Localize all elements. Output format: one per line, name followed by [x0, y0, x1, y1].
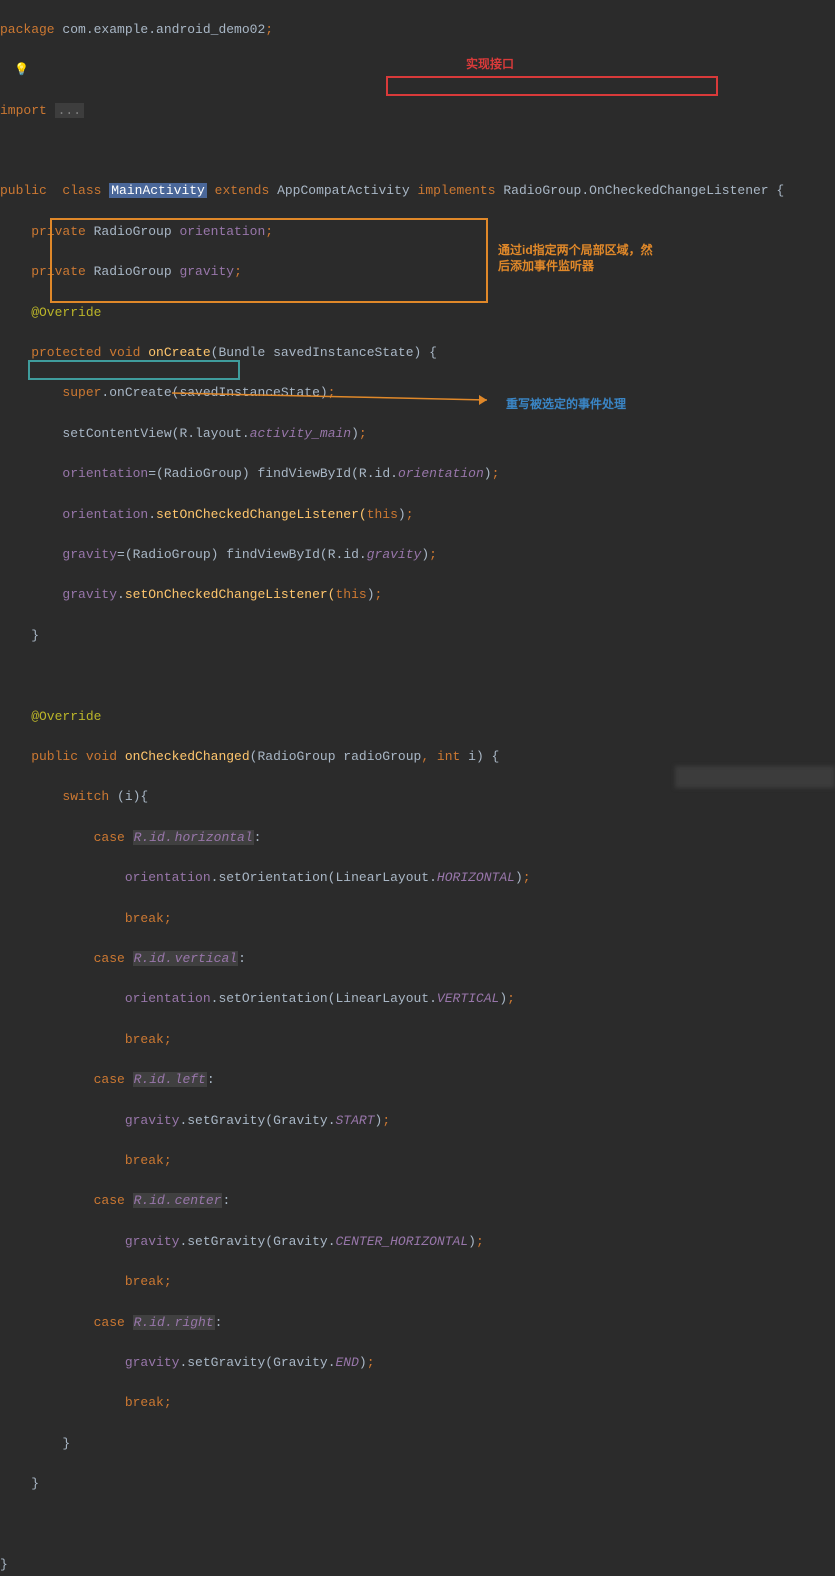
keyword-import: import — [0, 103, 55, 118]
package-name: com.example.android_demo02 — [62, 22, 265, 37]
keyword-package: package — [0, 22, 62, 37]
lightbulb-icon[interactable]: 💡 — [14, 60, 29, 80]
class-name-highlight: MainActivity — [109, 183, 207, 198]
import-fold[interactable]: ... — [55, 103, 84, 118]
override-annotation-2: @Override — [0, 709, 101, 724]
override-annotation: @Override — [0, 305, 101, 320]
code-editor[interactable]: package com.example.android_demo02; impo… — [0, 0, 835, 1576]
status-bar-blur — [675, 766, 835, 788]
